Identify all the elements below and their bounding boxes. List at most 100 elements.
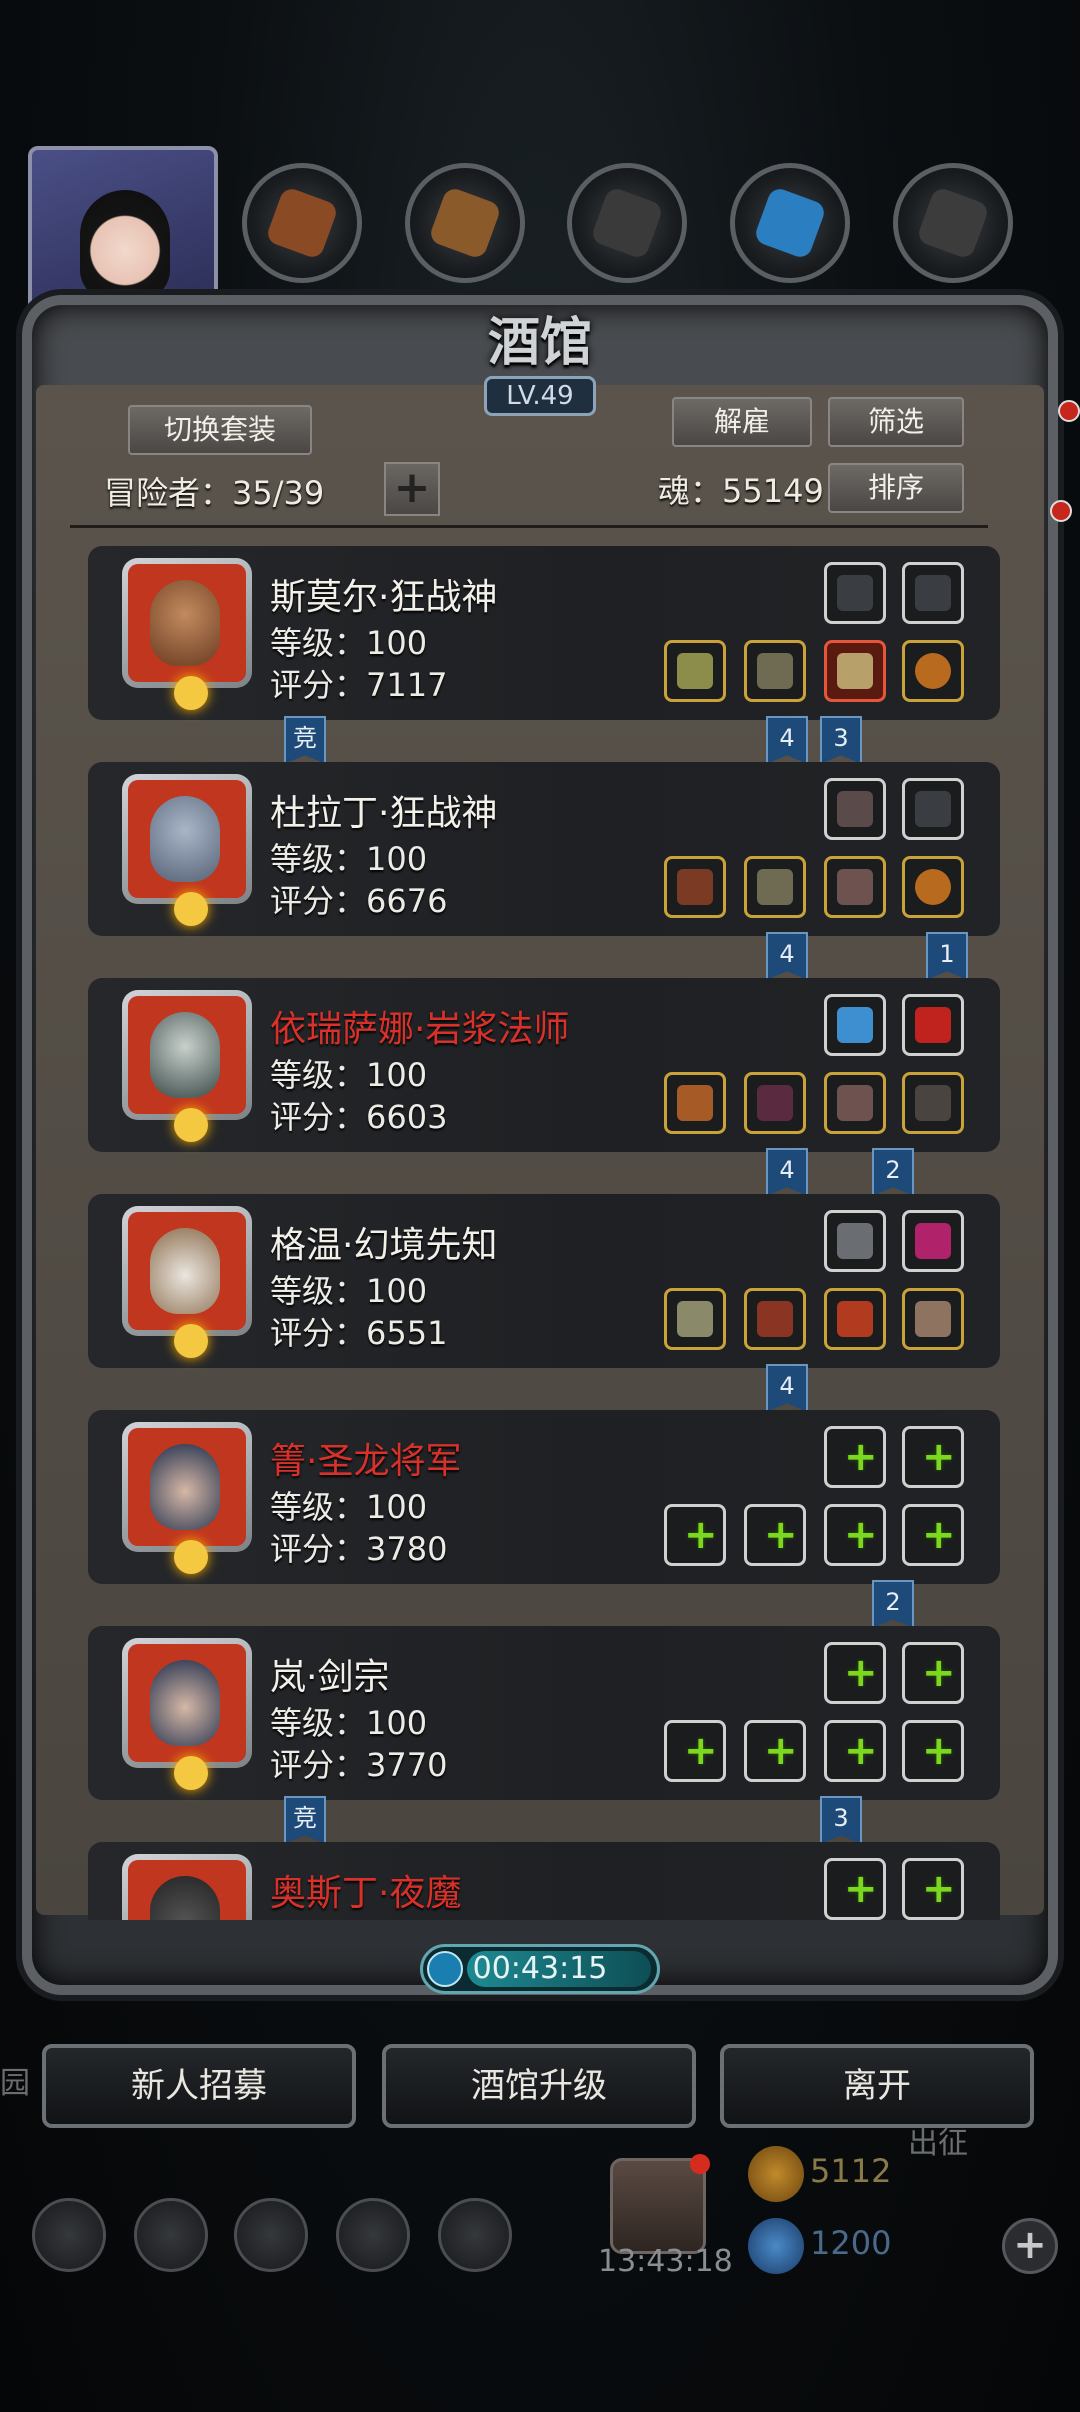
- crescent-icon: [174, 1324, 208, 1358]
- refresh-timer: 00:43:15: [420, 1944, 660, 1994]
- soul-count: 魂：55149: [658, 472, 824, 510]
- hero-name: 依瑞萨娜·岩浆法师: [270, 1009, 570, 1050]
- add-equip-icon[interactable]: +: [824, 1720, 886, 1782]
- hero-card[interactable]: 杜拉丁·狂战神 等级：100 评分：6676: [84, 756, 1004, 936]
- add-equip-icon[interactable]: +: [664, 1720, 726, 1782]
- crystal-resource-icon[interactable]: [730, 163, 850, 283]
- dismiss-button[interactable]: 解雇: [672, 397, 812, 447]
- expand-capacity-button[interactable]: +: [384, 462, 440, 516]
- bow-icon[interactable]: [664, 856, 726, 918]
- hero-score: 评分：3780: [270, 1530, 448, 1568]
- add-equip-icon[interactable]: +: [902, 1426, 964, 1488]
- armor-icon[interactable]: [744, 856, 806, 918]
- hero-card[interactable]: 斯莫尔·狂战神 等级：100 评分：7117: [84, 540, 1004, 720]
- tavern-level-badge: LV.49: [484, 376, 596, 416]
- red-stone-icon[interactable]: [902, 994, 964, 1056]
- tavern-upgrade-button[interactable]: 酒馆升级: [382, 2044, 696, 2128]
- feather-icon[interactable]: [824, 778, 886, 840]
- food-resource-icon[interactable]: [242, 163, 362, 283]
- necklace-icon[interactable]: [902, 1072, 964, 1134]
- add-equip-icon[interactable]: +: [744, 1504, 806, 1566]
- hero-score: 评分：7117: [270, 666, 448, 704]
- filter-button[interactable]: 筛选: [828, 397, 964, 447]
- axe-icon[interactable]: [664, 640, 726, 702]
- gift-box-icon[interactable]: [610, 2158, 706, 2254]
- hero-name: 奥斯丁·夜魔: [270, 1873, 462, 1914]
- hero-card[interactable]: 岚·剑宗 等级：100 评分：3770 + + + + + +: [84, 1620, 1004, 1800]
- timer-text: 00:43:15: [472, 1951, 608, 1986]
- add-equip-icon[interactable]: +: [824, 1426, 886, 1488]
- staff-icon[interactable]: [664, 1072, 726, 1134]
- black-stone-icon[interactable]: [902, 778, 964, 840]
- hero-level: 等级：100: [270, 840, 428, 878]
- hero-card[interactable]: 奥斯丁·夜魔 + +: [84, 1836, 1004, 1920]
- hood-icon[interactable]: [824, 1288, 886, 1350]
- hero-level: 等级：100: [270, 1704, 428, 1742]
- switch-outfit-button[interactable]: 切换套装: [128, 405, 312, 455]
- gift-notification-dot: [690, 2154, 710, 2174]
- gem-value: 1200: [810, 2224, 892, 2262]
- hero-card[interactable]: 箐·圣龙将军 等级：100 评分：3780 + + + + + +: [84, 1404, 1004, 1584]
- hero-portrait[interactable]: [122, 774, 252, 926]
- add-equip-icon[interactable]: +: [824, 1504, 886, 1566]
- hero-card[interactable]: 格温·幻境先知 等级：100 评分：6551: [84, 1188, 1004, 1368]
- wing-emblem-icon[interactable]: [824, 1210, 886, 1272]
- mail-icon[interactable]: [336, 2198, 410, 2272]
- ring-icon[interactable]: [902, 640, 964, 702]
- left-edge-label: 园: [0, 2066, 30, 2101]
- crescent-icon: [174, 1108, 208, 1142]
- add-equip-icon[interactable]: +: [902, 1642, 964, 1704]
- settings-gear-icon[interactable]: [32, 2198, 106, 2272]
- hero-portrait[interactable]: [122, 1422, 252, 1574]
- add-gem-button[interactable]: +: [1002, 2218, 1058, 2274]
- hero-portrait[interactable]: [122, 1854, 252, 1920]
- boots-icon[interactable]: [824, 856, 886, 918]
- add-equip-icon[interactable]: +: [824, 1642, 886, 1704]
- add-equip-icon[interactable]: +: [902, 1504, 964, 1566]
- add-equip-icon[interactable]: +: [824, 1858, 886, 1920]
- hero-card[interactable]: 依瑞萨娜·岩浆法师 等级：100 评分：6603: [84, 972, 1004, 1152]
- star-menu-icon[interactable]: [134, 2198, 208, 2272]
- quest-scroll-icon[interactable]: [234, 2198, 308, 2272]
- hero-portrait[interactable]: [122, 1206, 252, 1358]
- hero-level: 等级：100: [270, 1056, 428, 1094]
- hero-score: 评分：3770: [270, 1746, 448, 1784]
- hero-score: 评分：6603: [270, 1098, 448, 1136]
- boots-icon[interactable]: [824, 1072, 886, 1134]
- hero-name: 岚·剑宗: [270, 1657, 390, 1698]
- header-divider: [70, 525, 988, 528]
- scepter-icon[interactable]: [664, 1288, 726, 1350]
- iron-resource-icon[interactable]: [893, 163, 1013, 283]
- hero-portrait[interactable]: [122, 990, 252, 1142]
- black-stone-icon[interactable]: [824, 562, 886, 624]
- map-icon[interactable]: [438, 2198, 512, 2272]
- hero-portrait[interactable]: [122, 558, 252, 710]
- leave-button[interactable]: 离开: [720, 2044, 1034, 2128]
- clock-icon: [427, 1951, 463, 1987]
- hero-name: 杜拉丁·狂战神: [270, 793, 498, 834]
- gold-value: 5112: [810, 2152, 892, 2190]
- add-equip-icon[interactable]: +: [902, 1720, 964, 1782]
- blue-crystal-icon[interactable]: [824, 994, 886, 1056]
- add-equip-icon[interactable]: +: [902, 1858, 964, 1920]
- armor-icon[interactable]: [744, 640, 806, 702]
- add-equip-icon[interactable]: +: [744, 1720, 806, 1782]
- amulet-icon[interactable]: [824, 640, 886, 702]
- hero-level: 等级：100: [270, 1488, 428, 1526]
- adventurer-count: 冒险者：35/39: [104, 474, 325, 512]
- stone-resource-icon[interactable]: [567, 163, 687, 283]
- ring-icon[interactable]: [902, 856, 964, 918]
- add-equip-icon[interactable]: +: [664, 1504, 726, 1566]
- chest-armor-icon[interactable]: [744, 1288, 806, 1350]
- mask-icon[interactable]: [902, 1288, 964, 1350]
- hero-list[interactable]: 斯莫尔·狂战神 等级：100 评分：7117 竞 4 3 杜拉丁·狂战神 等级：…: [84, 540, 1004, 1920]
- robe-icon[interactable]: [744, 1072, 806, 1134]
- hero-name: 格温·幻境先知: [270, 1225, 498, 1266]
- crest-badge-icon[interactable]: [902, 1210, 964, 1272]
- gold-counter[interactable]: 5112: [748, 2146, 1048, 2202]
- sort-button[interactable]: 排序: [828, 463, 964, 513]
- recruit-button[interactable]: 新人招募: [42, 2044, 356, 2128]
- wood-resource-icon[interactable]: [405, 163, 525, 283]
- black-stone-icon[interactable]: [902, 562, 964, 624]
- hero-portrait[interactable]: [122, 1638, 252, 1790]
